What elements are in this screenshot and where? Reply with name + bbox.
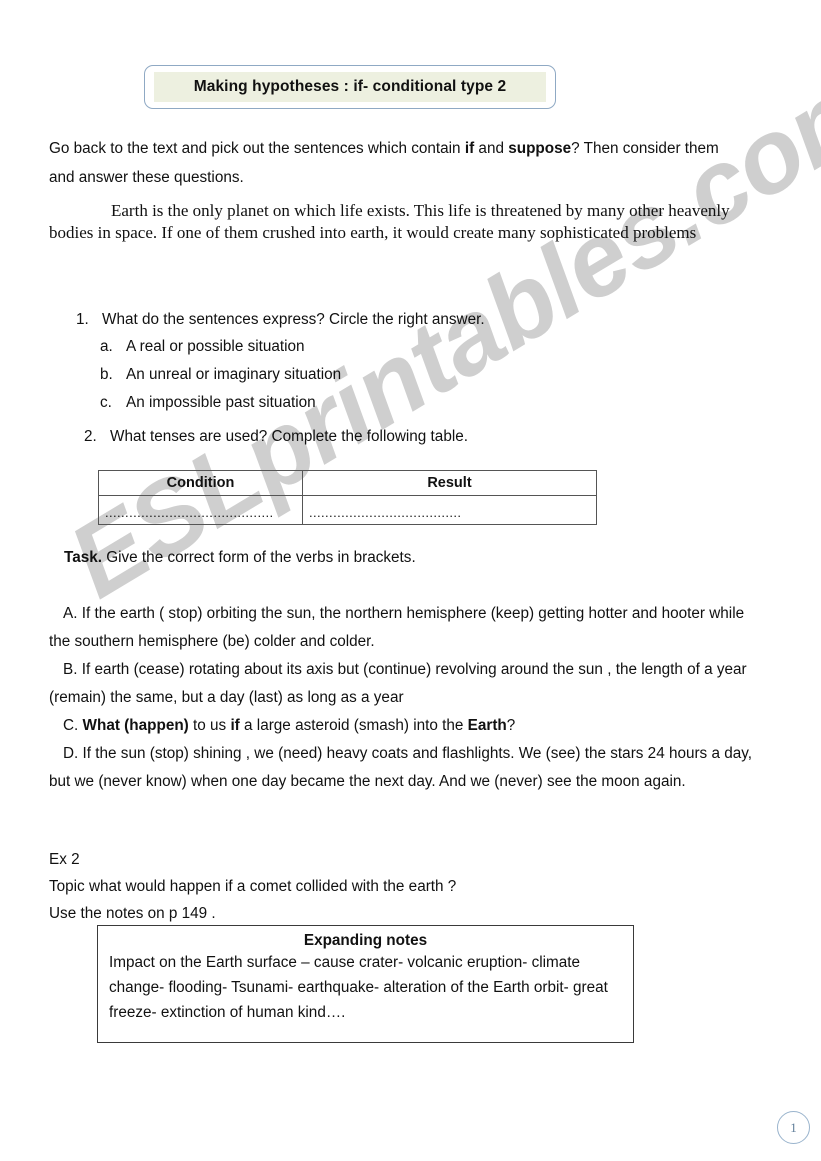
intro-text-1: Go back to the text and pick out the sen… (49, 140, 465, 157)
question-2-number: 2. (84, 428, 97, 445)
question-1: 1. What do the sentences express? Circle … (76, 310, 485, 330)
option-a-text: A real or possible situation (126, 338, 305, 355)
worksheet-title-banner: Making hypotheses : if- conditional type… (144, 65, 556, 109)
option-a[interactable]: a. A real or possible situation (100, 337, 305, 357)
page-title: Making hypotheses : if- conditional type… (193, 78, 507, 95)
table-row: ........................................… (98, 495, 597, 525)
expanding-notes-title: Expanding notes (303, 932, 428, 949)
intro-paragraph: Go back to the text and pick out the sen… (49, 134, 729, 192)
table-header-result: Result (302, 470, 597, 496)
option-b[interactable]: b. An unreal or imaginary situation (100, 365, 341, 385)
tense-table: Condition Result .......................… (98, 470, 597, 525)
question-1-number: 1. (76, 311, 89, 328)
verb-item-c-mid-1: to us (188, 717, 231, 734)
option-b-text: An unreal or imaginary situation (126, 366, 342, 383)
option-c-letter: c. (100, 394, 112, 411)
question-2: 2. What tenses are used? Complete the fol… (84, 427, 468, 447)
intro-text-2: and (474, 140, 509, 157)
verb-item-c-suffix: ? (506, 717, 516, 734)
question-2-text: What tenses are used? Complete the follo… (110, 428, 468, 445)
question-1-text: What do the sentences express? Circle th… (102, 311, 485, 328)
task-label: Task. (64, 549, 102, 566)
table-header-condition: Condition (98, 470, 303, 496)
task-text: Give the correct form of the verbs in br… (101, 549, 416, 566)
worksheet-page: Making hypotheses : if- conditional type… (0, 0, 821, 1161)
option-a-letter: a. (100, 338, 113, 355)
verb-item-c-bold-if: if (230, 717, 240, 734)
verb-item-d: D. If the sun (stop) shining , we (need)… (49, 745, 752, 790)
table-cell-condition-answer[interactable]: ........................................… (98, 495, 303, 525)
verb-item-a: A. If the earth ( stop) orbiting the sun… (49, 605, 745, 650)
option-b-letter: b. (100, 366, 113, 383)
verb-item-c-bold-what-happen: What (happen) (82, 717, 189, 734)
title-inner-fill: Making hypotheses : if- conditional type… (154, 72, 546, 102)
exercise-2-label: Ex 2 (49, 851, 80, 868)
verb-item-b: B. If earth (cease) rotating about its a… (49, 661, 747, 706)
exercise-2-block: Ex 2 Topic what would happen if a comet … (49, 846, 749, 927)
verb-exercise-list: A. If the earth ( stop) orbiting the sun… (49, 600, 767, 796)
verb-item-c: C. What (happen) to us if a large astero… (49, 712, 767, 740)
expanding-notes-body: Impact on the Earth surface – cause crat… (109, 954, 608, 1021)
option-c-text: An impossible past situation (126, 394, 316, 411)
expanding-notes-box: Expanding notes Impact on the Earth surf… (97, 925, 634, 1043)
table-cell-result-answer[interactable]: ...................................... (302, 495, 597, 525)
page-number-value: 1 (790, 1119, 797, 1135)
page-number-badge: 1 (777, 1111, 810, 1144)
reading-passage: Earth is the only planet on which life e… (49, 201, 730, 242)
intro-bold-if: if (464, 140, 475, 157)
verb-item-c-prefix: C. (63, 717, 83, 734)
option-c[interactable]: c. An impossible past situation (100, 393, 316, 413)
verb-item-c-mid-2: a large asteroid (smash) into the (239, 717, 468, 734)
exercise-2-topic: Topic what would happen if a comet colli… (49, 878, 457, 895)
intro-bold-suppose: suppose (508, 140, 572, 157)
task-instruction: Task. Give the correct form of the verbs… (64, 548, 764, 568)
exercise-2-notes-reference: Use the notes on p 149 . (49, 905, 216, 922)
verb-item-c-bold-earth: Earth (467, 717, 507, 734)
table-header-row: Condition Result (98, 470, 597, 496)
